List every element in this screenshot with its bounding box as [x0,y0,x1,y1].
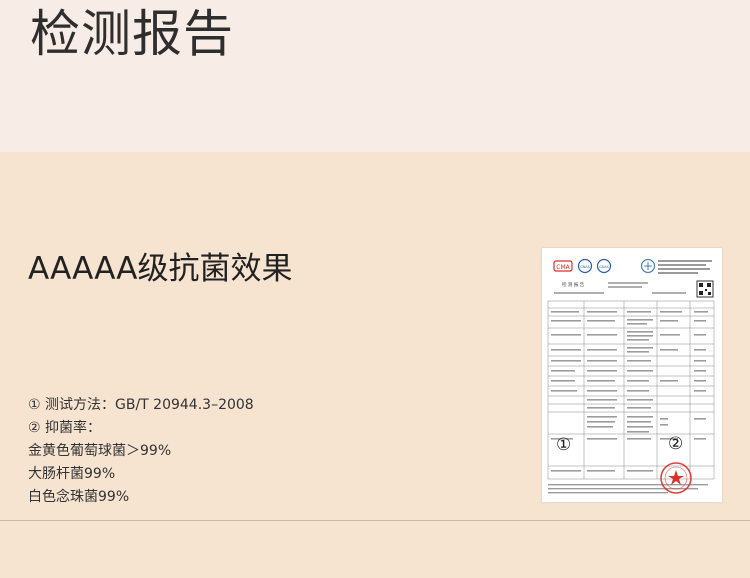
qr-code-icon [696,280,714,298]
report-marker-1: ① [556,435,571,455]
svg-text:检 测 报 告: 检 测 报 告 [562,281,585,288]
test-method: ① 测试方法：GB/T 20944.3–2008 [28,397,254,413]
test-specs: ① 测试方法：GB/T 20944.3–2008 ② 抑菌率： 金黄色葡萄球菌＞… [28,394,254,509]
spec-item-staphylococcus: 金黄色葡萄球菌＞99% [28,443,172,459]
cnas-logo-icon: CNAS [577,258,593,274]
report-marker-2: ② [668,434,683,454]
lab-emblem-icon [640,258,656,274]
section-title: AAAAA级抗菌效果 [28,251,293,287]
cma-logo-icon: CMA [553,260,573,272]
page-title: 检测报告 [30,5,234,63]
svg-text:CAAS: CAAS [599,265,609,269]
test-report-image: CMA CNAS CAAS 检 测 报 告 ① ② [542,248,722,502]
bottom-divider [0,520,750,521]
antibacterial-rate-label: ② 抑菌率： [28,420,102,436]
svg-text:CNAS: CNAS [580,265,590,269]
svg-text:CMA: CMA [556,264,570,271]
caas-logo-icon: CAAS [596,258,612,274]
spec-item-candida: 白色念珠菌99% [28,489,130,505]
spec-item-e-coli: 大肠杆菌99% [28,466,116,482]
